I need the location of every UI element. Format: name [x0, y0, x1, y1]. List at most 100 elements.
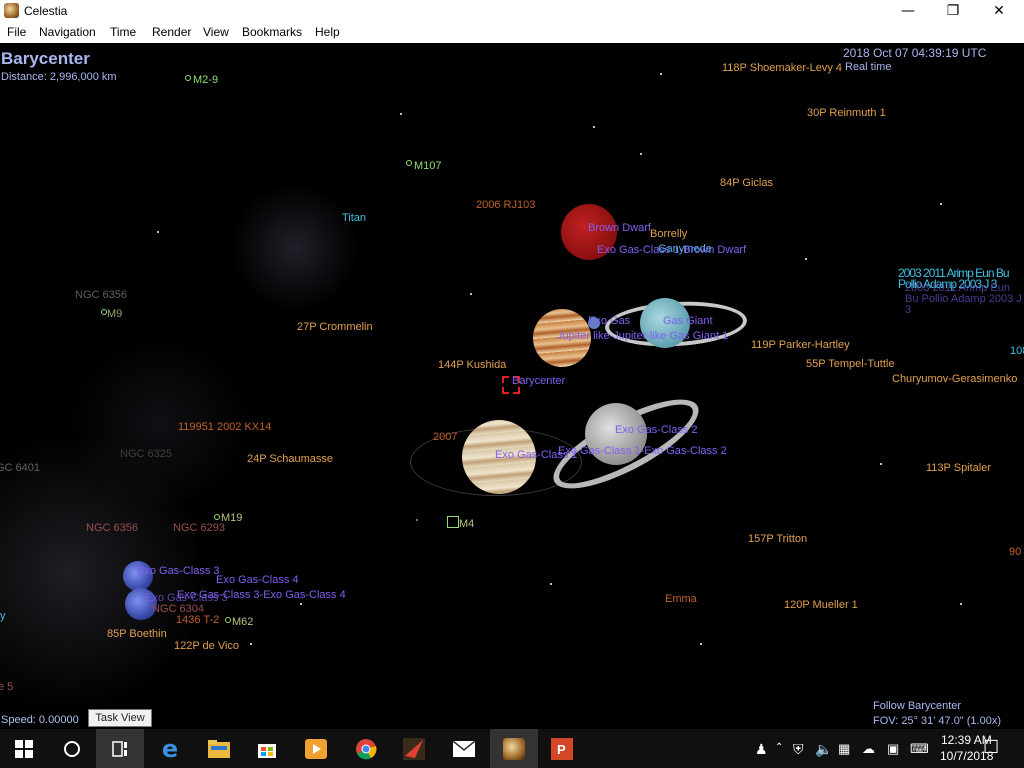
label-y[interactable]: y: [0, 610, 6, 623]
menu-view[interactable]: View: [203, 25, 229, 39]
label-2007[interactable]: 2007: [433, 431, 457, 444]
star: [550, 583, 552, 585]
network-icon[interactable]: ▣: [887, 741, 899, 757]
edge-icon: e: [161, 734, 179, 763]
edge-button[interactable]: e: [146, 729, 194, 768]
restore-button[interactable]: ❐: [930, 0, 976, 22]
start-button[interactable]: [0, 729, 48, 768]
people-icon[interactable]: ♟: [755, 741, 768, 758]
label-ngc6401[interactable]: NGC 6401: [0, 462, 40, 475]
task-view-button[interactable]: [96, 729, 144, 768]
taskbar: e P ♟ ⌃ ⛨ 🔈 ▦ ☁ ▣ ⌨ 12:39 AM 10/7/2018 ☐: [0, 729, 1024, 768]
menu-time[interactable]: Time: [110, 25, 136, 39]
label-ngc6293[interactable]: NGC 6293: [173, 522, 225, 535]
label-113p[interactable]: 113P Spitaler: [926, 462, 991, 475]
label-55p[interactable]: 55P Tempel-Tuttle: [806, 358, 894, 371]
store-icon: [258, 743, 276, 758]
cortana-button[interactable]: [48, 729, 96, 768]
chevron-up-icon[interactable]: ⌃: [775, 742, 783, 753]
label-m4[interactable]: M4: [459, 518, 474, 531]
minimize-button[interactable]: —: [885, 0, 931, 22]
label-exo-class2[interactable]: Exo Gas-Class 2: [615, 424, 698, 437]
paper-plane-button[interactable]: [390, 729, 438, 768]
label-85p[interactable]: 85P Boethin: [107, 628, 167, 641]
security-shield-icon[interactable]: ⛨: [793, 741, 804, 758]
label-144p[interactable]: 144P Kushida: [438, 359, 506, 372]
label-exo-class4[interactable]: Exo Gas-Class 4: [216, 574, 299, 587]
celestia-taskbar-button[interactable]: [490, 729, 538, 768]
label-ngc6356-b[interactable]: NGC 6356: [86, 522, 138, 535]
menu-navigation[interactable]: Navigation: [39, 25, 96, 39]
label-titan[interactable]: Titan: [342, 212, 366, 225]
label-30p[interactable]: 30P Reinmuth 1: [807, 107, 886, 120]
label-emma[interactable]: Emma: [665, 593, 697, 606]
label-157p[interactable]: 157P Tritton: [748, 533, 807, 546]
label-119p[interactable]: 119P Parker-Hartley: [751, 339, 850, 352]
menu-render[interactable]: Render: [152, 25, 191, 39]
chrome-icon: [356, 738, 377, 759]
label-churyumov[interactable]: Churyumov-Gerasimenko: [892, 373, 1017, 386]
label-ngc6325[interactable]: NGC 6325: [120, 448, 172, 461]
star: [250, 643, 252, 645]
volume-icon[interactable]: 🔈: [815, 741, 832, 758]
close-button[interactable]: ✕: [976, 0, 1022, 22]
label-122p[interactable]: 122P de Vico: [174, 640, 239, 653]
label-m9[interactable]: M9: [107, 308, 122, 321]
label-120p[interactable]: 120P Mueller 1: [784, 599, 858, 612]
label-e5[interactable]: e 5: [0, 681, 13, 694]
label-gas-giant[interactable]: Gas Giant: [663, 315, 713, 328]
star: [960, 603, 962, 605]
label-119951[interactable]: 119951 2002 KX14: [178, 421, 271, 434]
menu-bookmarks[interactable]: Bookmarks: [242, 25, 302, 39]
cloud-sync-icon[interactable]: ☁: [862, 741, 875, 757]
label-m62[interactable]: M62: [232, 616, 253, 629]
powerpoint-icon: P: [551, 737, 573, 760]
label-m19[interactable]: M19: [221, 512, 242, 525]
input-method-icon[interactable]: ⌨: [910, 741, 929, 757]
star: [880, 463, 882, 465]
star: [470, 293, 472, 295]
label-jupiter-like[interactable]: Jupiter like-Jupiter-like Gas Giant 1: [557, 330, 728, 343]
label-ngc6356-a[interactable]: NGC 6356: [75, 289, 127, 302]
label-m2-9[interactable]: M2-9: [193, 74, 218, 87]
store-button[interactable]: [243, 729, 291, 768]
restore-icon: ❐: [946, 3, 960, 19]
label-24p[interactable]: 24P Schaumasse: [247, 453, 333, 466]
label-exo-class3[interactable]: Exo Gas-Class 3: [137, 565, 220, 578]
mail-button[interactable]: [440, 729, 488, 768]
label-118p[interactable]: 118P Shoemaker-Levy 4: [722, 62, 842, 75]
label-exo-class1-class2[interactable]: Exo Gas-Class 1-Exo Gas-Class 2: [558, 445, 727, 458]
label-exo-brown-dwarf[interactable]: Exo Gas-Class 1-Brown Dwarf: [597, 244, 746, 257]
label-108[interactable]: 108: [1010, 345, 1024, 358]
selection-name: Barycenter: [1, 49, 90, 68]
powerpoint-button[interactable]: P: [538, 729, 586, 768]
svg-text:P: P: [557, 742, 566, 757]
star: [416, 519, 418, 521]
label-2006-rj103[interactable]: 2006 RJ103: [476, 199, 535, 212]
label-m107[interactable]: M107: [414, 160, 442, 173]
notifications-icon[interactable]: ☐: [983, 737, 999, 758]
fov-readout: FOV: 25° 31' 47.0" (1.00x): [873, 715, 1002, 727]
sky-view[interactable]: Barycenter Distance: 2,996,000 km 2018 O…: [0, 43, 1024, 729]
label-brown-dwarf[interactable]: Brown Dwarf: [588, 222, 651, 235]
label-barycenter[interactable]: Barycenter: [512, 375, 565, 388]
media-player-icon: [305, 738, 327, 759]
task-view-tooltip: Task View: [88, 709, 152, 727]
task-view-icon: [112, 740, 127, 757]
menu-bar: File Navigation Time Render View Bookmar…: [0, 22, 1024, 44]
cluster-marker: [185, 75, 191, 81]
label-90[interactable]: 90: [1009, 546, 1021, 559]
file-explorer-button[interactable]: [195, 729, 243, 768]
menu-file[interactable]: File: [7, 25, 26, 39]
label-exo-gas[interactable]: Exo Gas: [588, 315, 630, 328]
label-27p[interactable]: 27P Crommelin: [297, 321, 373, 334]
star: [300, 603, 302, 605]
media-player-button[interactable]: [292, 729, 340, 768]
label-1436[interactable]: 1436 T-2: [176, 614, 219, 627]
label-84p[interactable]: 84P Giclas: [720, 177, 773, 190]
chrome-button[interactable]: [342, 729, 390, 768]
menu-help[interactable]: Help: [315, 25, 340, 39]
star: [157, 231, 159, 233]
label-borrelly[interactable]: Borrelly: [650, 228, 687, 241]
app-tray-icon[interactable]: ▦: [838, 741, 850, 757]
